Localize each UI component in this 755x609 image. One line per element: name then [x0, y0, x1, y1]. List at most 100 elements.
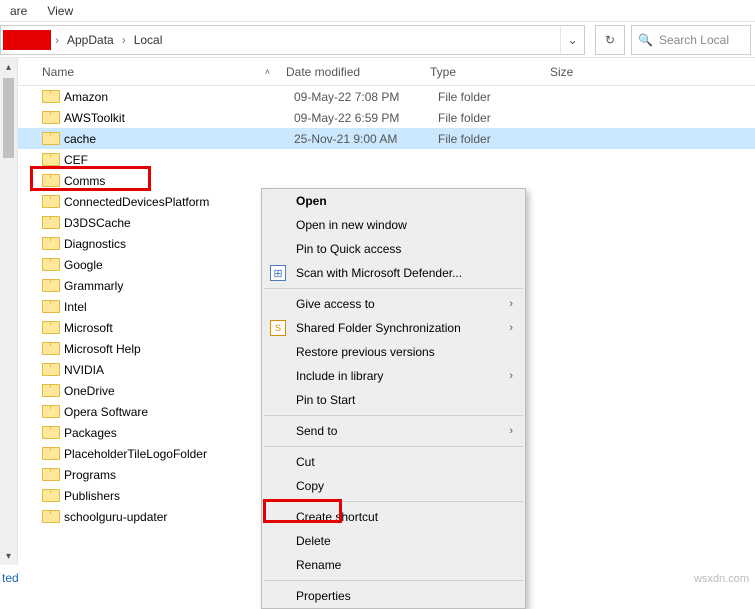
- file-name: CEF: [64, 153, 294, 167]
- column-type[interactable]: Type: [422, 65, 542, 79]
- menu-open-new-window[interactable]: Open in new window: [262, 213, 525, 237]
- menu-separator: [264, 415, 523, 416]
- column-size[interactable]: Size: [542, 65, 622, 79]
- menu-send-to-label: Send to: [296, 424, 337, 438]
- menu-send-to[interactable]: Send to ›: [262, 419, 525, 443]
- column-date[interactable]: Date modified: [278, 65, 422, 79]
- search-placeholder: Search Local: [659, 33, 729, 47]
- folder-icon: [42, 321, 58, 334]
- menu-rename[interactable]: Rename: [262, 553, 525, 577]
- chevron-right-icon: ›: [122, 33, 126, 47]
- menu-give-access-label: Give access to: [296, 297, 375, 311]
- folder-icon: [42, 384, 58, 397]
- scrollbar-down-icon[interactable]: ▾: [0, 547, 17, 565]
- file-name: schoolguru-updater: [64, 510, 294, 524]
- file-name: Programs: [64, 468, 294, 482]
- menu-include-library[interactable]: Include in library ›: [262, 364, 525, 388]
- menu-include-library-label: Include in library: [296, 369, 383, 383]
- folder-icon: [42, 111, 58, 124]
- folder-icon: [42, 510, 58, 523]
- file-date: 25-Nov-21 9:00 AM: [294, 132, 438, 146]
- file-name: Publishers: [64, 489, 294, 503]
- table-row[interactable]: CEF: [18, 149, 755, 170]
- sync-icon: S: [270, 320, 286, 336]
- menu-separator: [264, 446, 523, 447]
- folder-icon: [42, 237, 58, 250]
- redacted-segment: [3, 30, 51, 50]
- nav-scrollbar[interactable]: ▴ ▾: [0, 58, 18, 565]
- folder-icon: [42, 489, 58, 502]
- search-icon: 🔍: [638, 33, 653, 47]
- menu-copy[interactable]: Copy: [262, 474, 525, 498]
- menu-give-access[interactable]: Give access to ›: [262, 292, 525, 316]
- folder-icon: [42, 216, 58, 229]
- folder-icon: [42, 405, 58, 418]
- refresh-button[interactable]: ↻: [595, 25, 625, 55]
- menu-scan-defender[interactable]: ⊞ Scan with Microsoft Defender...: [262, 261, 525, 285]
- file-type: File folder: [438, 90, 558, 104]
- menu-separator: [264, 580, 523, 581]
- file-name: Grammarly: [64, 279, 294, 293]
- folder-icon: [42, 342, 58, 355]
- column-headers: Name ˄ Date modified Type Size: [18, 58, 755, 86]
- scrollbar-track[interactable]: [0, 76, 17, 547]
- file-name: Comms: [64, 174, 294, 188]
- file-name: Opera Software: [64, 405, 294, 419]
- file-name: Packages: [64, 426, 294, 440]
- table-row[interactable]: cache25-Nov-21 9:00 AMFile folder: [18, 128, 755, 149]
- menu-pin-quick-access[interactable]: Pin to Quick access: [262, 237, 525, 261]
- ribbon-tabs: are View: [0, 0, 755, 22]
- menu-pin-start[interactable]: Pin to Start: [262, 388, 525, 412]
- file-name: Intel: [64, 300, 294, 314]
- file-name: Amazon: [64, 90, 294, 104]
- watermark: wsxdn.com: [694, 573, 749, 585]
- address-row: › AppData › Local ⌄ ↻ 🔍 Search Local: [0, 22, 755, 58]
- tab-share[interactable]: are: [0, 2, 37, 20]
- file-name: Microsoft: [64, 321, 294, 335]
- file-type: File folder: [438, 132, 558, 146]
- folder-icon: [42, 258, 58, 271]
- table-row[interactable]: Amazon09-May-22 7:08 PMFile folder: [18, 86, 755, 107]
- menu-restore-versions[interactable]: Restore previous versions: [262, 340, 525, 364]
- menu-create-shortcut[interactable]: Create shortcut: [262, 505, 525, 529]
- table-row[interactable]: AWSToolkit09-May-22 6:59 PMFile folder: [18, 107, 755, 128]
- file-name: AWSToolkit: [64, 111, 294, 125]
- menu-scan-defender-label: Scan with Microsoft Defender...: [296, 266, 462, 280]
- defender-icon: ⊞: [270, 265, 286, 281]
- menu-delete[interactable]: Delete: [262, 529, 525, 553]
- file-name: PlaceholderTileLogoFolder: [64, 447, 294, 461]
- menu-cut[interactable]: Cut: [262, 450, 525, 474]
- folder-icon: [42, 300, 58, 313]
- tab-view[interactable]: View: [37, 2, 83, 20]
- search-input[interactable]: 🔍 Search Local: [631, 25, 751, 55]
- column-name[interactable]: Name ˄: [18, 65, 278, 79]
- chevron-right-icon: ›: [509, 322, 513, 334]
- crumb-local[interactable]: Local: [130, 31, 167, 49]
- address-bar[interactable]: › AppData › Local ⌄: [0, 25, 585, 55]
- menu-shared-sync-label: Shared Folder Synchronization: [296, 321, 461, 335]
- scrollbar-up-icon[interactable]: ▴: [0, 58, 17, 76]
- file-type: File folder: [438, 111, 558, 125]
- sort-indicator-icon: ˄: [265, 67, 270, 77]
- folder-icon: [42, 195, 58, 208]
- menu-open[interactable]: Open: [262, 189, 525, 213]
- folder-icon: [42, 174, 58, 187]
- status-text: ted: [2, 571, 19, 585]
- folder-icon: [42, 132, 58, 145]
- context-menu: Open Open in new window Pin to Quick acc…: [261, 188, 526, 609]
- file-name: OneDrive: [64, 384, 294, 398]
- file-name: NVIDIA: [64, 363, 294, 377]
- menu-properties[interactable]: Properties: [262, 584, 525, 608]
- file-name: Google: [64, 258, 294, 272]
- chevron-right-icon: ›: [509, 298, 513, 310]
- folder-icon: [42, 279, 58, 292]
- file-name: Microsoft Help: [64, 342, 294, 356]
- chevron-right-icon: ›: [55, 33, 59, 47]
- menu-shared-sync[interactable]: S Shared Folder Synchronization ›: [262, 316, 525, 340]
- scrollbar-thumb[interactable]: [3, 78, 14, 158]
- crumb-appdata[interactable]: AppData: [63, 31, 118, 49]
- column-name-label: Name: [42, 65, 74, 79]
- address-dropdown[interactable]: ⌄: [560, 26, 584, 54]
- file-name: D3DSCache: [64, 216, 294, 230]
- file-date: 09-May-22 7:08 PM: [294, 90, 438, 104]
